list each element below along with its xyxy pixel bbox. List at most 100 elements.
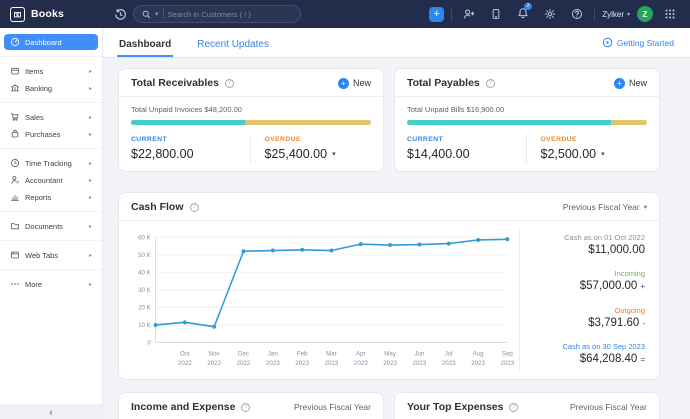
receivables-progress-bar xyxy=(131,120,371,125)
info-icon[interactable]: ? xyxy=(224,78,234,88)
svg-text:Nov2022: Nov 2022 xyxy=(207,351,221,367)
current-label: CURRENT xyxy=(131,136,168,143)
new-payable-button[interactable]: + New xyxy=(613,77,647,89)
stat-label: Cash as on 01 Oct 2022 xyxy=(564,233,645,242)
payables-summary: Total Unpaid Bills $16,900.00 xyxy=(407,105,505,114)
stat-label: Incoming xyxy=(614,269,645,279)
payables-overdue: OVERDUE $2,500.00 ▾ xyxy=(525,134,660,163)
search-input[interactable] xyxy=(167,9,268,19)
tab-dashboard[interactable]: Dashboard xyxy=(117,33,174,57)
bottom-cards-row: Income and Expense ? Previous Fiscal Yea… xyxy=(118,392,660,419)
avatar[interactable]: Z xyxy=(637,6,653,22)
cashflow-stat: Outgoing $3,791.60- xyxy=(534,306,645,329)
sidebar-item-more[interactable]: More ▸ xyxy=(4,276,98,292)
svg-text:10 K: 10 K xyxy=(138,322,151,329)
notifications-icon[interactable]: 2 xyxy=(513,2,533,24)
topbar-divider xyxy=(451,7,453,21)
svg-text:Jul2023: Jul 2023 xyxy=(442,351,456,367)
dots-icon xyxy=(10,279,20,289)
sidebar-item-web-tabs[interactable]: Web Tabs ▸ xyxy=(4,247,98,263)
new-receivable-button[interactable]: + New xyxy=(337,77,371,89)
play-circle-icon xyxy=(602,37,613,48)
topbar-actions: + 2 Zylker ▾ Z xyxy=(429,2,680,24)
svg-text:Mar2023: Mar 2023 xyxy=(325,351,339,367)
svg-text:0: 0 xyxy=(147,340,151,347)
sidebar-divider xyxy=(0,211,102,212)
topbar: Books ▾ + 2 Zylker ▾ Z xyxy=(0,0,690,28)
sidebar-item-time-tracking[interactable]: Time Tracking ▸ xyxy=(4,155,98,171)
org-caret-icon: ▾ xyxy=(626,11,630,18)
settings-icon[interactable] xyxy=(540,4,560,24)
stat-value: $64,208.40 = xyxy=(579,352,645,365)
overdue-label: OVERDUE xyxy=(264,136,301,143)
org-switcher[interactable]: Zylker ▾ xyxy=(602,10,630,19)
chevron-right-icon: ▸ xyxy=(88,68,92,75)
income-expense-title: Income and Expense xyxy=(131,401,236,413)
gauge-icon xyxy=(10,37,20,47)
receivables-summary: Total Unpaid Invoices $48,200.00 xyxy=(131,105,242,114)
overdue-dropdown-icon[interactable]: ▾ xyxy=(332,150,336,158)
stat-operator: - xyxy=(642,318,645,328)
chevron-right-icon: ▸ xyxy=(88,85,92,92)
sidebar-item-label: Items xyxy=(25,66,44,76)
search-box[interactable]: ▾ xyxy=(133,5,301,23)
info-icon[interactable]: ? xyxy=(509,402,519,412)
search-scope-caret-icon[interactable]: ▾ xyxy=(155,10,159,18)
cash-flow-title: Cash Flow xyxy=(131,201,184,213)
sidebar-item-sales[interactable]: Sales ▸ xyxy=(4,109,98,125)
quick-create-button[interactable]: + xyxy=(429,6,445,22)
cash-flow-period-select[interactable]: Previous Fiscal Year ▾ xyxy=(563,202,647,212)
search-divider xyxy=(162,9,164,19)
cashflow-stat: Incoming $57,000.00 + xyxy=(534,269,645,292)
cashflow-line-chart: 0 10 K 20 K 30 K 40 K 50 K 60 K Oct 2022 Nov 2022 D… xyxy=(138,234,515,367)
mobile-icon[interactable] xyxy=(486,4,506,24)
bank-icon xyxy=(10,83,20,93)
period-label: Previous Fiscal Year xyxy=(569,402,647,412)
sidebar-item-label: More xyxy=(25,279,43,289)
chevron-right-icon: ▸ xyxy=(88,281,92,288)
stat-label: Outgoing xyxy=(614,305,645,315)
summary-cards-row: Total Receivables ? + New Total Unpaid I… xyxy=(118,68,660,172)
sidebar-item-purchases[interactable]: Purchases ▸ xyxy=(4,126,98,142)
search-icon xyxy=(142,10,151,19)
sidebar-item-items[interactable]: Items ▸ xyxy=(4,63,98,79)
help-icon[interactable] xyxy=(567,4,587,24)
sidebar-divider xyxy=(0,269,102,270)
chart-icon xyxy=(10,192,20,202)
stat-value: $57,000.00 + xyxy=(579,280,645,293)
total-receivables-card: Total Receivables ? + New Total Unpaid I… xyxy=(118,68,384,172)
current-label: CURRENT xyxy=(407,136,444,143)
info-icon[interactable]: ? xyxy=(189,202,199,212)
chevron-right-icon: ▸ xyxy=(88,194,92,201)
tab-recent-updates[interactable]: Recent Updates xyxy=(195,33,271,57)
topbar-divider xyxy=(594,7,596,21)
recent-history-icon[interactable] xyxy=(110,4,131,24)
overdue-dropdown-icon[interactable]: ▾ xyxy=(601,150,605,158)
top-expenses-title: Your Top Expenses xyxy=(407,401,504,413)
cashflow-stats: Cash as on 01 Oct 2022 $11,000.00 Incoming… xyxy=(519,229,659,371)
browser-icon xyxy=(10,250,20,260)
getting-started-link[interactable]: Getting Started xyxy=(602,37,674,57)
sidebar-item-reports[interactable]: Reports ▸ xyxy=(4,189,98,205)
info-icon[interactable]: ? xyxy=(241,402,251,412)
sidebar-item-dashboard[interactable]: Dashboard xyxy=(4,34,98,50)
sidebar-item-documents[interactable]: Documents ▸ xyxy=(4,218,98,234)
info-icon[interactable]: ? xyxy=(485,78,495,88)
referrals-icon[interactable] xyxy=(459,4,479,24)
app-logo[interactable]: Books xyxy=(10,6,110,22)
sidebar-item-label: Time Tracking xyxy=(25,158,72,168)
top-expenses-period[interactable]: Previous Fiscal Year xyxy=(570,402,647,412)
chevron-right-icon: ▸ xyxy=(88,114,92,121)
chevron-right-icon: ▸ xyxy=(88,223,92,230)
sidebar-item-label: Web Tabs xyxy=(25,250,59,260)
collapse-sidebar-button[interactable]: ‹ xyxy=(0,404,102,419)
sidebar-item-label: Banking xyxy=(25,83,53,93)
sidebar-item-banking[interactable]: Banking ▸ xyxy=(4,80,98,96)
sidebar-item-accountant[interactable]: Accountant ▸ xyxy=(4,172,98,188)
income-expense-period[interactable]: Previous Fiscal Year xyxy=(294,402,371,412)
notification-badge: 2 xyxy=(524,2,533,10)
zoho-books-app: Books ▾ + 2 Zylker ▾ Z xyxy=(0,0,690,419)
apps-grid-icon[interactable] xyxy=(660,4,680,24)
overdue-label: OVERDUE xyxy=(540,136,577,143)
person-icon xyxy=(10,175,20,185)
